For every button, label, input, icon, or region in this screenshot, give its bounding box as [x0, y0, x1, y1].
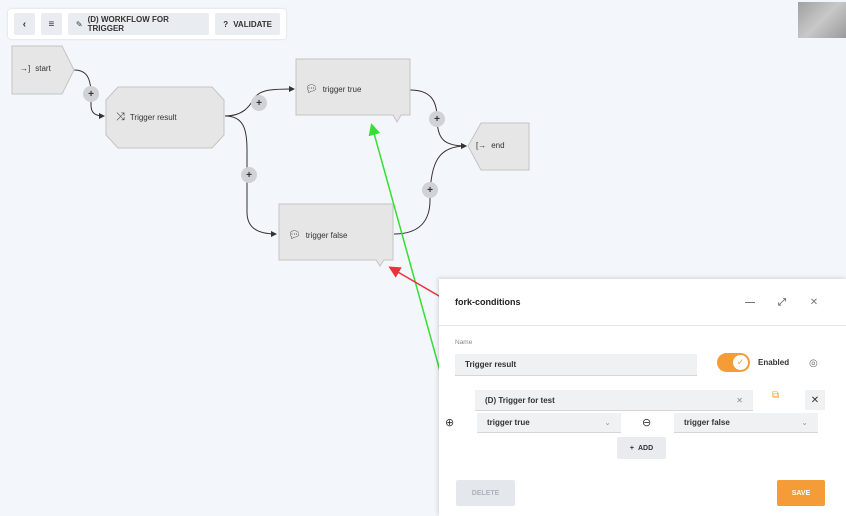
minimize-icon[interactable]: — [734, 297, 766, 308]
true-branch-select[interactable]: trigger true ⌄ [477, 413, 621, 433]
close-icon: ✕ [810, 394, 820, 406]
trigger-result-text: Trigger result [129, 113, 177, 122]
workflow-name-label: (D) WORKFLOW FOR TRIGGER [87, 15, 169, 33]
trigger-false-text: trigger false [305, 231, 348, 240]
add-step-button[interactable]: + [429, 111, 445, 127]
open-external-icon[interactable]: ⧉ [772, 390, 779, 401]
add-step-button[interactable]: + [422, 182, 438, 198]
close-icon[interactable]: ✕ [798, 297, 830, 308]
plus-icon: + [629, 444, 634, 452]
chevron-down-icon: ⌄ [801, 418, 808, 427]
plus-circle-icon: ⊕ [445, 417, 455, 429]
menu-button[interactable]: ≡ [40, 13, 62, 35]
top-toolbar: ‹ ≡ ✎ (D) WORKFLOW FOR TRIGGER ? VALIDAT… [8, 9, 286, 39]
check-icon: ✓ [733, 355, 748, 370]
name-label: Name [455, 339, 473, 346]
trigger-false-node-label: 💬︎ trigger false [288, 230, 348, 241]
add-label: ADD [637, 444, 654, 452]
remove-condition-button[interactable]: ✕ [805, 390, 825, 410]
name-input-value: Trigger result [465, 360, 517, 369]
panel-header: fork-conditions — ⤢ ✕ [439, 279, 846, 326]
chat-bubble-icon: 💬︎ [305, 84, 318, 95]
add-step-button[interactable]: + [251, 95, 267, 111]
login-icon: →] [20, 64, 31, 73]
trigger-true-node-label: 💬︎ trigger true [305, 84, 361, 95]
true-branch-value: trigger true [487, 418, 530, 427]
name-input[interactable]: Trigger result [455, 354, 697, 376]
add-condition-button[interactable]: + ADD [617, 437, 666, 459]
trigger-select-value: (D) Trigger for test [485, 395, 555, 405]
validate-label: VALIDATE [233, 19, 272, 29]
question-icon: ? [223, 19, 229, 29]
end-text: end [491, 141, 505, 150]
trigger-true-text: trigger true [322, 85, 362, 94]
trigger-select[interactable]: (D) Trigger for test ✕ [475, 390, 753, 411]
expand-icon[interactable]: ⤢ [766, 297, 798, 308]
delete-button[interactable]: DELETE [456, 480, 515, 506]
save-button[interactable]: SAVE [777, 480, 825, 506]
validate-button[interactable]: ? VALIDATE [215, 13, 280, 35]
enabled-toggle[interactable]: ✓ [717, 353, 750, 372]
back-button[interactable]: ‹ [14, 13, 35, 35]
palette-icon[interactable]: ◎ [809, 358, 818, 369]
false-branch-value: trigger false [684, 418, 730, 427]
chevron-left-icon: ‹ [22, 18, 27, 30]
trigger-result-node-label: ⤨ Trigger result [116, 111, 177, 124]
add-step-button[interactable]: + [83, 86, 99, 102]
start-text: start [35, 64, 51, 73]
pencil-icon: ✎ [75, 19, 83, 29]
minus-circle-icon: ⊖ [642, 417, 652, 429]
chevron-down-icon: ⌄ [604, 418, 611, 427]
start-node-label: →] start [20, 64, 51, 73]
enabled-label: Enabled [758, 358, 790, 367]
hamburger-icon: ≡ [48, 18, 55, 30]
add-step-button[interactable]: + [241, 167, 257, 183]
workflow-name-button[interactable]: ✎ (D) WORKFLOW FOR TRIGGER [67, 13, 210, 35]
logout-icon: [→ [476, 141, 487, 150]
corner-thumbnail [798, 2, 846, 38]
end-node-label: [→ end [476, 141, 505, 150]
chat-bubble-icon: 💬︎ [288, 230, 301, 241]
fork-conditions-panel: fork-conditions — ⤢ ✕ Name Trigger resul… [439, 279, 846, 516]
panel-title: fork-conditions [455, 297, 521, 307]
clear-icon[interactable]: ✕ [736, 396, 743, 405]
shuffle-icon: ⤨ [116, 111, 125, 123]
false-branch-select[interactable]: trigger false ⌄ [674, 413, 818, 433]
green-annotation-arrow [368, 123, 449, 401]
